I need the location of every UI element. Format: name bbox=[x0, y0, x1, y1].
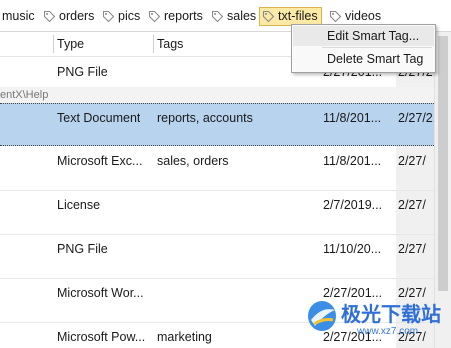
table-row[interactable]: Microsoft Exc... sales, orders 11/8/201.… bbox=[0, 146, 434, 191]
context-menu: Edit Smart Tag... Delete Smart Tag bbox=[291, 24, 436, 73]
tag-icon bbox=[329, 11, 342, 23]
column-header-tags[interactable]: Tags bbox=[157, 32, 183, 56]
tag-label: sales bbox=[227, 9, 257, 24]
cell-tags: reports, accounts bbox=[157, 111, 253, 125]
tag-label: music bbox=[2, 9, 35, 24]
cell-type: PNG File bbox=[57, 65, 108, 79]
tag-icon bbox=[211, 11, 224, 23]
table-row-selected[interactable]: Text Document reports, accounts 11/8/201… bbox=[0, 103, 434, 146]
cell-type: PNG File bbox=[57, 242, 108, 256]
cell-tags: sales, orders bbox=[157, 154, 229, 168]
watermark: 极光下载站 www.xz7.com bbox=[301, 296, 451, 344]
tag-sales[interactable]: sales bbox=[209, 7, 259, 26]
cell-modified: 2/7/2019... bbox=[323, 198, 383, 212]
table-row[interactable]: License 2/7/2019... 2/27/ bbox=[0, 190, 434, 235]
tag-orders[interactable]: orders bbox=[41, 7, 97, 26]
column-header-type[interactable]: Type bbox=[57, 32, 84, 56]
tag-icon bbox=[43, 11, 56, 23]
scrollbar-thumb[interactable] bbox=[438, 36, 448, 291]
watermark-text: 极光下载站 bbox=[341, 302, 441, 326]
cell-created: 2/27/2... bbox=[398, 111, 434, 125]
tag-icon bbox=[148, 11, 161, 23]
tag-label: videos bbox=[345, 9, 382, 24]
tag-label: pics bbox=[118, 9, 141, 24]
column-divider[interactable] bbox=[53, 35, 54, 53]
menu-item-edit-smart-tag[interactable]: Edit Smart Tag... bbox=[293, 26, 434, 46]
menu-item-delete-smart-tag[interactable]: Delete Smart Tag bbox=[293, 49, 434, 69]
tag-pics[interactable]: pics bbox=[100, 7, 143, 26]
cell-type: License bbox=[57, 198, 101, 212]
tag-icon bbox=[262, 11, 275, 23]
cell-type: Microsoft Wor... bbox=[57, 286, 144, 300]
cell-created: 2/27/ bbox=[398, 154, 426, 168]
cell-created: 2/27/ bbox=[398, 198, 426, 212]
tag-label: reports bbox=[164, 9, 203, 24]
cell-modified: 11/8/201... bbox=[323, 111, 382, 125]
cell-modified: 11/8/201... bbox=[323, 154, 382, 168]
watermark-url: www.xz7.com bbox=[357, 326, 419, 337]
cell-tags: marketing bbox=[157, 330, 212, 344]
menu-separator bbox=[322, 47, 432, 48]
tag-reports[interactable]: reports bbox=[146, 7, 206, 26]
tag-label: txt-files bbox=[278, 9, 318, 24]
tag-icon bbox=[102, 11, 115, 23]
cell-type: Microsoft Exc... bbox=[57, 154, 143, 168]
column-divider[interactable] bbox=[153, 35, 154, 53]
tag-label: orders bbox=[59, 9, 95, 24]
tag-music[interactable]: music bbox=[0, 7, 38, 26]
watermark-logo-icon bbox=[308, 301, 336, 331]
cell-type: Microsoft Pow... bbox=[57, 330, 146, 344]
group-path-label: entX\Help bbox=[0, 87, 434, 103]
table-row[interactable]: PNG File 11/10/20... 2/27/ bbox=[0, 234, 434, 279]
cell-modified: 11/10/20... bbox=[323, 242, 382, 256]
cell-created: 2/27/ bbox=[398, 242, 426, 256]
cell-type: Text Document bbox=[57, 111, 141, 125]
